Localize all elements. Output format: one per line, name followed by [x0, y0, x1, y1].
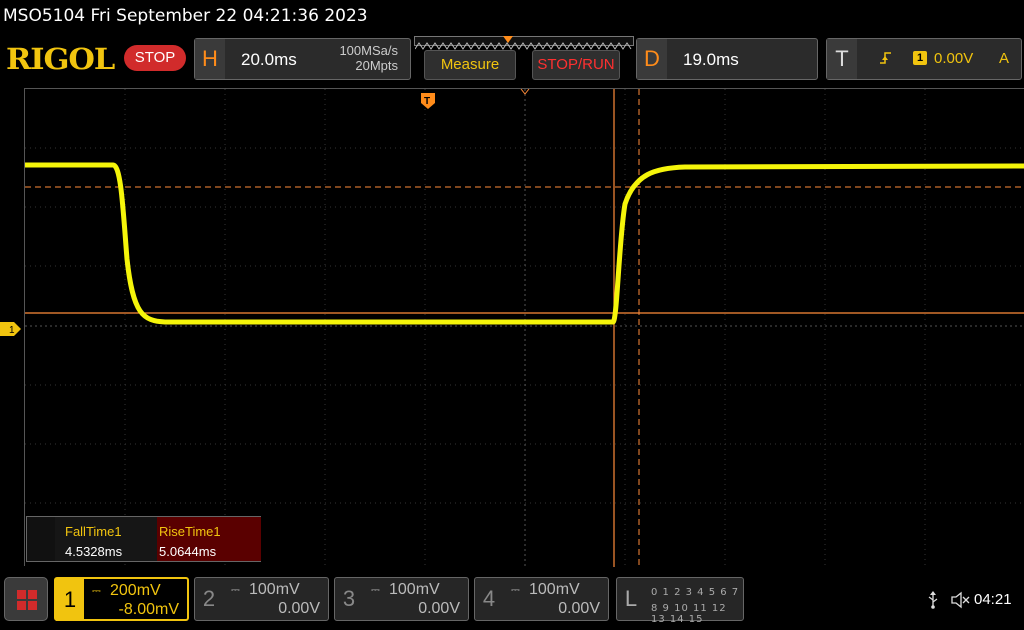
horizontal-panel[interactable]: H 20.0ms 100MSa/s 20Mpts [194, 38, 411, 80]
memory-zigzag [414, 42, 632, 50]
logic-channels-row-2: 8 9 10 11 12 13 14 15 [651, 603, 727, 625]
dc-coupling-icon: ⎓ [92, 585, 101, 597]
ch1-trace [25, 162, 1024, 325]
channel-3-panel[interactable]: 3 ⎓ 100mV 0.00V [334, 577, 469, 621]
sample-rate: 100MSa/s [339, 43, 398, 58]
status-clock: 04:21 [974, 591, 1012, 608]
measurement-rise-time[interactable]: RiseTime1 5.0644ms [157, 517, 261, 561]
channel-scale: 100mV [529, 581, 580, 598]
logic-analyzer-panel[interactable]: L 0 1 2 3 4 5 6 7 8 9 10 11 12 13 14 15 [616, 577, 744, 625]
delay-letter: D [637, 39, 667, 79]
channel-scale: 200mV [110, 582, 161, 599]
channel-number: 1 [56, 579, 84, 621]
dc-coupling-icon: ⎓ [371, 584, 380, 596]
dc-coupling-icon: ⎓ [511, 584, 520, 596]
measurement-panel[interactable]: FallTime1 4.5328ms RiseTime1 5.0644ms [26, 516, 261, 562]
trigger-position-icon [503, 36, 513, 43]
logic-letter: L [624, 586, 638, 611]
trigger-letter: T [827, 39, 857, 79]
acquisition-info: 100MSa/s 20Mpts [339, 43, 398, 73]
usb-icon [927, 591, 939, 614]
svg-text:T: T [424, 96, 430, 107]
trigger-position-marker[interactable]: T [421, 93, 437, 109]
delay-value: 19.0ms [683, 50, 739, 69]
main-menu-button[interactable] [4, 577, 48, 621]
memory-position-strip [414, 36, 634, 50]
title-bar: MSO5104 Fri September 22 04:21:36 2023 [0, 0, 1024, 34]
channel-1-panel[interactable]: 1 ⎓ 200mV -8.00mV [54, 577, 189, 621]
run-state-badge[interactable]: STOP [124, 45, 186, 71]
channel-scale: 100mV [249, 581, 300, 598]
channel-offset: -8.00mV [118, 601, 179, 618]
svg-text:1: 1 [9, 325, 15, 336]
trigger-source-badge: 1 [913, 51, 927, 65]
measurement-value: 4.5328ms [65, 544, 123, 559]
channel-offset: 0.00V [278, 600, 320, 617]
channel-scale: 100mV [389, 581, 440, 598]
measurement-name: FallTime1 [65, 524, 122, 539]
channel-number: 4 [482, 586, 496, 611]
waveform-display[interactable] [24, 88, 1024, 567]
trigger-panel[interactable]: T 1 0.00V A [826, 38, 1022, 80]
top-toolbar: RIGOL STOP H 20.0ms 100MSa/s 20Mpts Meas… [0, 34, 1024, 84]
channel-4-panel[interactable]: 4 ⎓ 100mV 0.00V [474, 577, 609, 621]
channel-offset: 0.00V [418, 600, 460, 617]
measure-button[interactable]: Measure [424, 50, 516, 80]
instrument-datetime: MSO5104 Fri September 22 04:21:36 2023 [3, 6, 368, 26]
logic-channels-row-1: 0 1 2 3 4 5 6 7 [651, 587, 740, 598]
channel-number: 3 [342, 586, 356, 611]
stop-run-button[interactable]: STOP/RUN [532, 50, 620, 80]
horizontal-letter: H [195, 39, 225, 79]
mute-icon[interactable] [950, 591, 970, 609]
rising-edge-icon [879, 50, 893, 71]
measurement-value: 5.0644ms [159, 544, 217, 559]
rigol-logo: RIGOL [6, 42, 115, 76]
timebase-value: 20.0ms [241, 50, 297, 69]
trigger-mode: A [999, 50, 1010, 67]
measurement-fall-time[interactable]: FallTime1 4.5328ms [55, 517, 159, 561]
dc-coupling-icon: ⎓ [231, 584, 240, 596]
channel-2-panel[interactable]: 2 ⎓ 100mV 0.00V [194, 577, 329, 621]
trigger-level: 0.00V [934, 50, 974, 67]
ch1-offset-marker[interactable]: 1 [0, 322, 22, 336]
channel-number: 2 [202, 586, 216, 611]
memory-depth: 20Mpts [355, 58, 398, 73]
measurement-name: RiseTime1 [159, 524, 221, 539]
bottom-bar: 1 ⎓ 200mV -8.00mV 2 ⎓ 100mV 0.00V 3 ⎓ 10… [0, 573, 1024, 630]
channel-offset: 0.00V [558, 600, 600, 617]
delay-panel[interactable]: D 19.0ms [636, 38, 818, 80]
